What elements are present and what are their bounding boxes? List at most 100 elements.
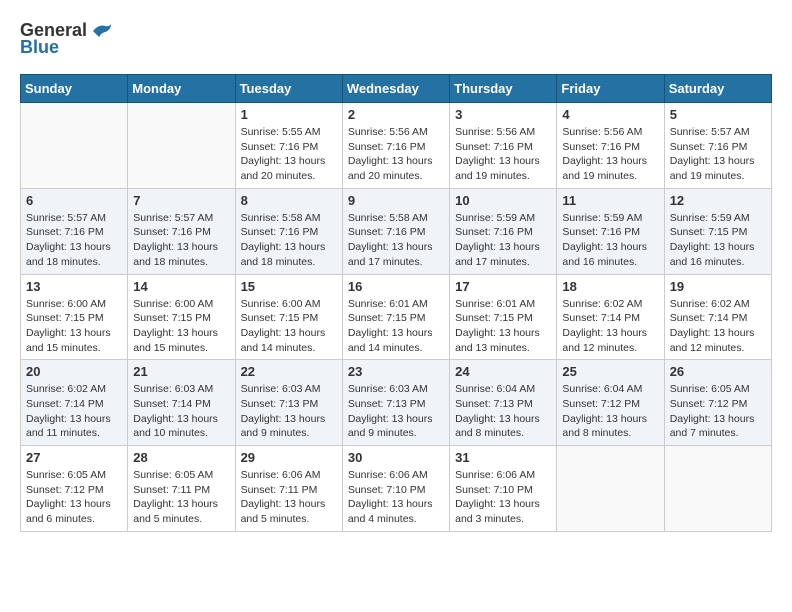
day-info: Sunrise: 6:03 AM Sunset: 7:13 PM Dayligh… (241, 382, 337, 441)
calendar-day-cell: 17 Sunrise: 6:01 AM Sunset: 7:15 PM Dayli… (450, 274, 557, 360)
calendar-day-cell: 26Sunrise: 6:05 AM Sunset: 7:12 PM Dayli… (664, 360, 771, 446)
day-of-week-header: Saturday (664, 75, 771, 103)
day-info: Sunrise: 6:01 AM Sunset: 7:15 PM Dayligh… (348, 297, 444, 356)
day-number: 8 (241, 193, 337, 208)
page-header: General Blue (20, 20, 772, 58)
day-number: 19 (670, 279, 766, 294)
day-number: 10 (455, 193, 551, 208)
day-number: 6 (26, 193, 122, 208)
calendar-header-row: SundayMondayTuesdayWednesdayThursdayFrid… (21, 75, 772, 103)
day-info: Sunrise: 5:56 AM Sunset: 7:16 PM Dayligh… (348, 125, 444, 184)
day-number: 20 (26, 364, 122, 379)
day-info: Sunrise: 6:03 AM Sunset: 7:13 PM Dayligh… (348, 382, 444, 441)
day-number: 7 (133, 193, 229, 208)
calendar-day-cell: 21Sunrise: 6:03 AM Sunset: 7:14 PM Dayli… (128, 360, 235, 446)
day-number: 31 (455, 450, 551, 465)
calendar-day-cell (557, 446, 664, 532)
day-info: Sunrise: 5:58 AM Sunset: 7:16 PM Dayligh… (348, 211, 444, 270)
day-number: 29 (241, 450, 337, 465)
day-info: Sunrise: 5:57 AM Sunset: 7:16 PM Dayligh… (26, 211, 122, 270)
calendar-day-cell: 3 Sunrise: 5:56 AM Sunset: 7:16 PM Daylig… (450, 103, 557, 189)
calendar-week-row: 20 Sunrise: 6:02 AM Sunset: 7:14 PM Dayli… (21, 360, 772, 446)
calendar-day-cell: 12 Sunrise: 5:59 AM Sunset: 7:15 PM Dayli… (664, 188, 771, 274)
day-info: Sunrise: 6:06 AM Sunset: 7:10 PM Dayligh… (455, 468, 551, 527)
day-info: Sunrise: 6:00 AM Sunset: 7:15 PM Dayligh… (241, 297, 337, 356)
day-info: Sunrise: 5:59 AM Sunset: 7:16 PM Dayligh… (562, 211, 658, 270)
day-info: Sunrise: 6:06 AM Sunset: 7:10 PM Dayligh… (348, 468, 444, 527)
day-info: Sunrise: 6:01 AM Sunset: 7:15 PM Dayligh… (455, 297, 551, 356)
day-number: 25 (562, 364, 658, 379)
calendar-day-cell: 24 Sunrise: 6:04 AM Sunset: 7:13 PM Dayli… (450, 360, 557, 446)
day-info: Sunrise: 5:56 AM Sunset: 7:16 PM Dayligh… (455, 125, 551, 184)
day-info: Sunrise: 5:55 AM Sunset: 7:16 PM Dayligh… (241, 125, 337, 184)
day-info: Sunrise: 6:03 AM Sunset: 7:14 PM Dayligh… (133, 382, 229, 441)
day-of-week-header: Friday (557, 75, 664, 103)
calendar-day-cell: 19 Sunrise: 6:02 AM Sunset: 7:14 PM Dayli… (664, 274, 771, 360)
day-info: Sunrise: 5:58 AM Sunset: 7:16 PM Dayligh… (241, 211, 337, 270)
calendar-day-cell (664, 446, 771, 532)
day-number: 17 (455, 279, 551, 294)
day-info: Sunrise: 5:56 AM Sunset: 7:16 PM Dayligh… (562, 125, 658, 184)
logo-bird-icon (91, 22, 113, 40)
day-of-week-header: Sunday (21, 75, 128, 103)
day-of-week-header: Tuesday (235, 75, 342, 103)
calendar-day-cell: 30 Sunrise: 6:06 AM Sunset: 7:10 PM Dayli… (342, 446, 449, 532)
calendar-day-cell: 2 Sunrise: 5:56 AM Sunset: 7:16 PM Daylig… (342, 103, 449, 189)
calendar-week-row: 6 Sunrise: 5:57 AM Sunset: 7:16 PM Daylig… (21, 188, 772, 274)
calendar-day-cell: 7 Sunrise: 5:57 AM Sunset: 7:16 PM Daylig… (128, 188, 235, 274)
calendar-day-cell: 1Sunrise: 5:55 AM Sunset: 7:16 PM Daylig… (235, 103, 342, 189)
calendar-day-cell: 4 Sunrise: 5:56 AM Sunset: 7:16 PM Daylig… (557, 103, 664, 189)
day-number: 11 (562, 193, 658, 208)
day-number: 4 (562, 107, 658, 122)
day-info: Sunrise: 6:04 AM Sunset: 7:12 PM Dayligh… (562, 382, 658, 441)
calendar-day-cell: 23 Sunrise: 6:03 AM Sunset: 7:13 PM Dayli… (342, 360, 449, 446)
day-number: 12 (670, 193, 766, 208)
day-info: Sunrise: 6:02 AM Sunset: 7:14 PM Dayligh… (670, 297, 766, 356)
day-number: 14 (133, 279, 229, 294)
calendar-day-cell: 8 Sunrise: 5:58 AM Sunset: 7:16 PM Daylig… (235, 188, 342, 274)
calendar-table: SundayMondayTuesdayWednesdayThursdayFrid… (20, 74, 772, 532)
day-info: Sunrise: 6:00 AM Sunset: 7:15 PM Dayligh… (133, 297, 229, 356)
day-number: 3 (455, 107, 551, 122)
calendar-day-cell: 31 Sunrise: 6:06 AM Sunset: 7:10 PM Dayli… (450, 446, 557, 532)
day-info: Sunrise: 5:57 AM Sunset: 7:16 PM Dayligh… (133, 211, 229, 270)
day-number: 28 (133, 450, 229, 465)
day-number: 30 (348, 450, 444, 465)
day-number: 27 (26, 450, 122, 465)
calendar-day-cell: 27 Sunrise: 6:05 AM Sunset: 7:12 PM Dayli… (21, 446, 128, 532)
calendar-day-cell: 20 Sunrise: 6:02 AM Sunset: 7:14 PM Dayli… (21, 360, 128, 446)
logo: General Blue (20, 20, 113, 58)
day-number: 16 (348, 279, 444, 294)
calendar-day-cell: 5 Sunrise: 5:57 AM Sunset: 7:16 PM Daylig… (664, 103, 771, 189)
calendar-day-cell: 13 Sunrise: 6:00 AM Sunset: 7:15 PM Dayli… (21, 274, 128, 360)
day-info: Sunrise: 6:02 AM Sunset: 7:14 PM Dayligh… (26, 382, 122, 441)
day-info: Sunrise: 6:05 AM Sunset: 7:12 PM Dayligh… (26, 468, 122, 527)
calendar-day-cell: 14 Sunrise: 6:00 AM Sunset: 7:15 PM Dayli… (128, 274, 235, 360)
day-number: 13 (26, 279, 122, 294)
day-of-week-header: Monday (128, 75, 235, 103)
day-of-week-header: Thursday (450, 75, 557, 103)
day-number: 23 (348, 364, 444, 379)
day-number: 26 (670, 364, 766, 379)
calendar-week-row: 27 Sunrise: 6:05 AM Sunset: 7:12 PM Dayli… (21, 446, 772, 532)
day-number: 2 (348, 107, 444, 122)
day-number: 5 (670, 107, 766, 122)
day-info: Sunrise: 5:59 AM Sunset: 7:15 PM Dayligh… (670, 211, 766, 270)
day-info: Sunrise: 6:00 AM Sunset: 7:15 PM Dayligh… (26, 297, 122, 356)
day-info: Sunrise: 5:59 AM Sunset: 7:16 PM Dayligh… (455, 211, 551, 270)
calendar-day-cell: 6 Sunrise: 5:57 AM Sunset: 7:16 PM Daylig… (21, 188, 128, 274)
calendar-day-cell: 29Sunrise: 6:06 AM Sunset: 7:11 PM Dayli… (235, 446, 342, 532)
day-info: Sunrise: 6:04 AM Sunset: 7:13 PM Dayligh… (455, 382, 551, 441)
day-number: 15 (241, 279, 337, 294)
day-number: 24 (455, 364, 551, 379)
calendar-day-cell (21, 103, 128, 189)
calendar-day-cell: 22 Sunrise: 6:03 AM Sunset: 7:13 PM Dayli… (235, 360, 342, 446)
calendar-week-row: 1Sunrise: 5:55 AM Sunset: 7:16 PM Daylig… (21, 103, 772, 189)
calendar-day-cell: 16 Sunrise: 6:01 AM Sunset: 7:15 PM Dayli… (342, 274, 449, 360)
calendar-day-cell: 28Sunrise: 6:05 AM Sunset: 7:11 PM Dayli… (128, 446, 235, 532)
day-info: Sunrise: 5:57 AM Sunset: 7:16 PM Dayligh… (670, 125, 766, 184)
calendar-day-cell (128, 103, 235, 189)
calendar-day-cell: 25 Sunrise: 6:04 AM Sunset: 7:12 PM Dayli… (557, 360, 664, 446)
day-number: 22 (241, 364, 337, 379)
calendar-day-cell: 11 Sunrise: 5:59 AM Sunset: 7:16 PM Dayli… (557, 188, 664, 274)
